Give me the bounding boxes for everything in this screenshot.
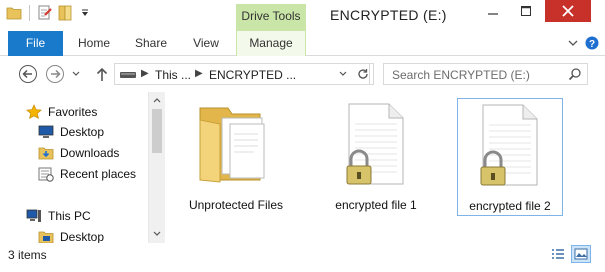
new-folder-icon[interactable] [57,5,73,21]
scroll-down-button[interactable] [149,226,165,242]
folder-icon[interactable] [6,5,22,21]
nav-item-favorites[interactable]: Favorites [26,104,97,120]
scroll-up-button[interactable] [149,92,165,108]
breadcrumb-separator-icon[interactable]: ▶ [195,68,203,79]
address-row: ▶ This ... ▶ ENCRYPTED ... Search ENCRYP… [0,56,605,92]
quick-access-toolbar [6,5,93,21]
help-icon: ? [585,36,599,50]
file-item-encrypted-file-1[interactable]: encrypted file 1 [323,98,429,216]
scroll-thumb[interactable] [152,109,162,153]
tab-home[interactable]: Home [66,31,122,56]
tab-file[interactable]: File [8,31,63,56]
ribbon-tab-row: File Home Share View Manage [0,31,605,56]
folder-icon [38,229,54,243]
recent-locations-button[interactable] [70,64,82,84]
expand-ribbon-button[interactable] [566,33,580,53]
nav-item-label: Desktop [60,125,105,139]
file-item-label: encrypted file 2 [469,199,551,213]
forward-button[interactable] [45,64,65,84]
maximize-button[interactable] [511,0,541,22]
chevron-down-icon [339,71,347,76]
nav-item-recent-places[interactable]: Recent places [38,166,136,182]
close-icon [562,5,574,17]
properties-icon[interactable] [37,5,53,21]
toolbar-separator [29,5,30,21]
chevron-down-icon [72,71,80,76]
file-item-label: encrypted file 1 [335,198,417,212]
back-arrow-icon [19,65,37,83]
contextual-group-label: Drive Tools [241,9,301,23]
minimize-button[interactable] [478,0,508,22]
nav-item-desktop[interactable]: Desktop [38,124,104,140]
large-icons-view-icon [574,248,588,260]
large-icons-view-button[interactable] [571,245,591,263]
chevron-down-icon [568,40,578,46]
details-view-button[interactable] [548,245,568,263]
refresh-icon [357,69,368,79]
nav-item-label: This PC [48,209,91,223]
tab-view[interactable]: View [180,31,232,56]
downloads-folder-icon [38,145,54,161]
file-list: Unprotected Files encrypted file 1 encry… [166,92,605,243]
breadcrumb-encrypted[interactable]: ENCRYPTED ... [209,68,296,82]
navigation-pane-scrollbar[interactable] [148,92,165,243]
chevron-down-icon [153,231,161,236]
status-bar: 3 items [0,243,605,272]
minimize-icon [488,13,498,15]
forward-arrow-icon [46,65,64,83]
back-button[interactable] [18,64,38,84]
item-count: 3 items [8,248,47,262]
breadcrumb-separator-icon[interactable]: ▶ [141,68,149,79]
help-button[interactable]: ? [584,33,600,53]
title-bar: Drive Tools ENCRYPTED (E:) [0,0,605,31]
nav-item-label: Downloads [60,146,120,160]
file-item-unprotected-files[interactable]: Unprotected Files [183,98,289,216]
chevron-up-icon [153,98,161,103]
nav-item-label: Desktop [60,230,105,243]
svg-text:?: ? [589,39,595,50]
nav-item-this-pc[interactable]: This PC [26,208,91,224]
star-icon [26,104,42,120]
address-bar[interactable]: ▶ This ... ▶ ENCRYPTED ... [114,63,370,85]
search-placeholder: Search ENCRYPTED (E:) [392,68,530,82]
nav-item-downloads[interactable]: Downloads [38,145,119,161]
folder-icon [191,100,281,188]
up-button[interactable] [92,64,112,84]
navigation-pane: Favorites Desktop Downloads Recent place… [0,92,164,243]
nav-item-desktop-pc[interactable]: Desktop [38,229,104,243]
close-button[interactable] [545,0,591,22]
tab-manage[interactable]: Manage [236,31,306,56]
drive-icon [119,69,137,83]
details-view-icon [552,249,564,259]
recent-places-icon [38,166,54,182]
nav-item-label: Recent places [60,167,137,181]
search-icon[interactable] [568,67,582,84]
refresh-button[interactable] [352,63,374,85]
up-arrow-icon [96,67,108,81]
window-title: ENCRYPTED (E:) [330,7,447,23]
maximize-icon [521,6,531,16]
tab-share[interactable]: Share [124,31,178,56]
locked-file-icon [465,101,555,189]
search-input[interactable]: Search ENCRYPTED (E:) [383,63,588,85]
breadcrumb-this-pc[interactable]: This ... [155,68,191,82]
locked-file-icon [331,100,421,188]
computer-icon [26,208,42,224]
file-item-label: Unprotected Files [188,198,284,212]
address-history-dropdown[interactable] [336,64,350,84]
nav-item-label: Favorites [48,105,98,119]
customize-dropdown-icon[interactable] [77,5,93,21]
file-item-encrypted-file-2[interactable]: encrypted file 2 [457,98,563,216]
desktop-icon [38,124,54,140]
